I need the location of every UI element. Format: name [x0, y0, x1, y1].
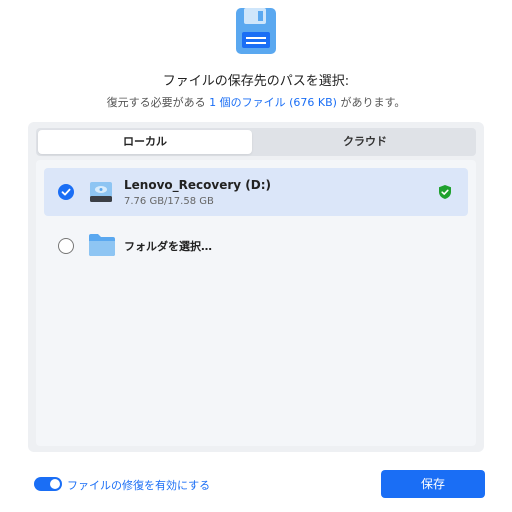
radio-selected-icon[interactable] — [58, 184, 74, 200]
subtitle-prefix: 復元する必要がある — [106, 96, 206, 109]
dialog-title: ファイルの保存先のパスを選択: — [162, 74, 350, 89]
drive-icon — [88, 179, 114, 205]
location-panel: ローカル クラウド Lenovo_Recovery (D:) 7.76 GB/1… — [28, 122, 484, 452]
save-button[interactable]: 保存 — [381, 470, 485, 498]
location-item-folder[interactable]: フォルダを選択… — [44, 222, 468, 270]
drive-name: Lenovo_Recovery (D:) — [124, 178, 271, 192]
location-list: Lenovo_Recovery (D:) 7.76 GB/17.58 GB フォ… — [36, 160, 476, 446]
radio-unselected-icon[interactable] — [58, 238, 74, 254]
tab-bar: ローカル クラウド — [36, 128, 476, 156]
drive-size: 7.76 GB/17.58 GB — [124, 196, 214, 207]
file-repair-toggle[interactable] — [34, 477, 62, 491]
file-count-link: 1 個のファイル (676 KB) — [209, 96, 337, 109]
tab-local[interactable]: ローカル — [38, 130, 252, 154]
shield-check-icon — [438, 184, 452, 200]
select-folder-label: フォルダを選択… — [124, 240, 212, 253]
floppy-disk-icon — [234, 6, 278, 56]
file-repair-label[interactable]: ファイルの修復を有効にする — [67, 477, 210, 493]
dialog-subtitle: 復元する必要がある 1 個のファイル (676 KB) があります。 — [0, 94, 512, 110]
subtitle-suffix: があります。 — [340, 96, 406, 109]
toggle-knob — [50, 479, 60, 489]
tab-cloud[interactable]: クラウド — [256, 130, 474, 154]
folder-icon — [88, 233, 116, 257]
location-item-drive[interactable]: Lenovo_Recovery (D:) 7.76 GB/17.58 GB — [44, 168, 468, 216]
